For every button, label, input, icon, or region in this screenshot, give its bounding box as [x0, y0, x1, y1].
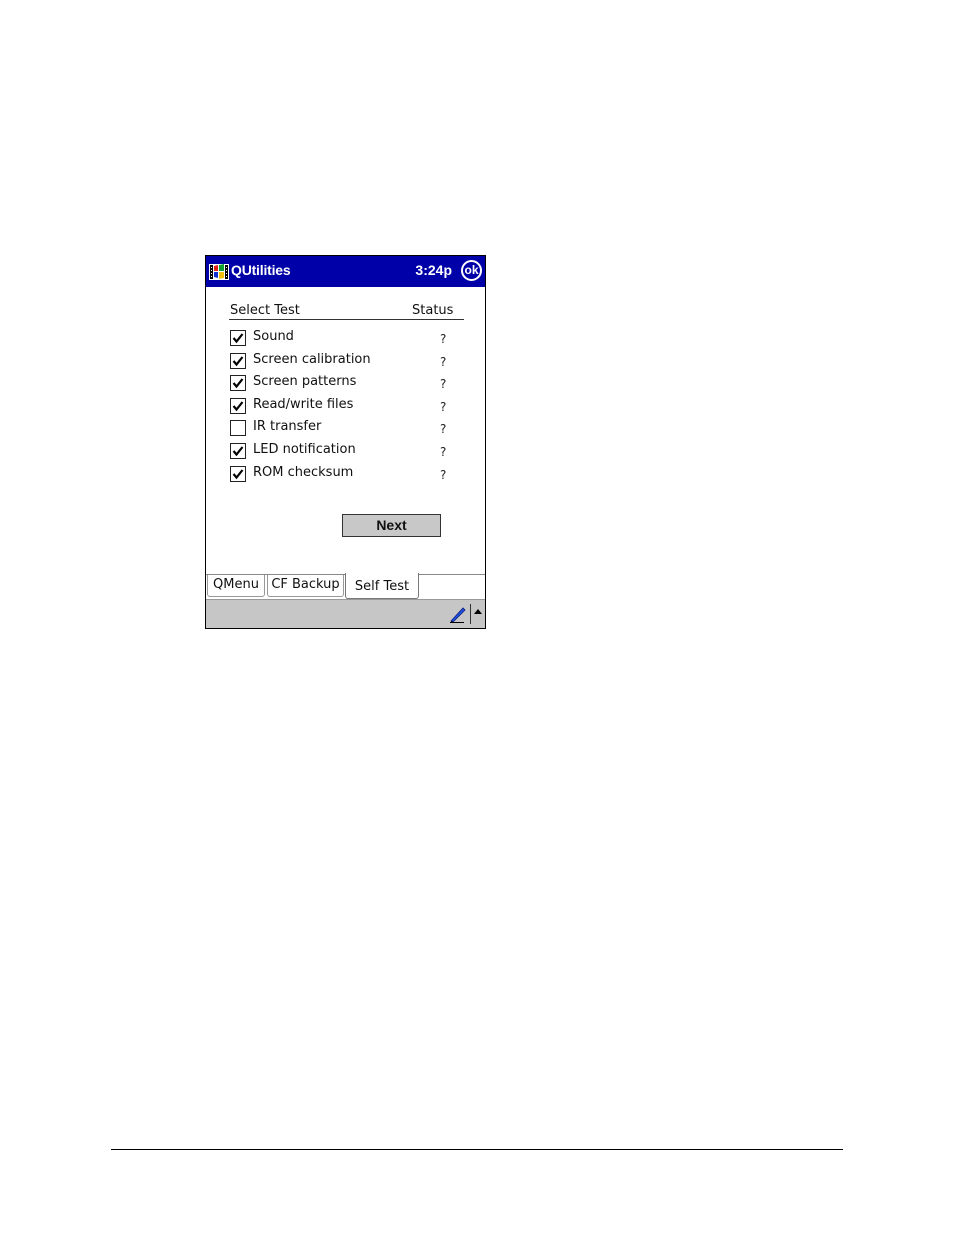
test-status: ?: [440, 332, 447, 346]
clock[interactable]: 3:24p: [415, 262, 452, 278]
column-header-select-test: Select Test: [230, 303, 300, 318]
pocketpc-window: QUtilities 3:24p ok Select Test Status S…: [205, 255, 486, 629]
header-divider: [229, 319, 464, 320]
tab-bar: QMenu CF Backup Self Test: [206, 573, 485, 600]
test-row: Screen calibration ?: [230, 351, 470, 374]
next-button[interactable]: Next: [342, 514, 441, 537]
checkmark-icon: [232, 446, 244, 457]
test-status: ?: [440, 444, 447, 459]
app-title: QUtilities: [231, 262, 291, 278]
checkmark-icon: [232, 401, 244, 412]
test-row: Screen patterns ?: [230, 373, 470, 396]
test-checkbox[interactable]: [230, 330, 246, 346]
test-list: Sound ? Screen calibration ? Screen patt…: [230, 328, 470, 486]
test-row: IR transfer ?: [230, 418, 470, 441]
menu-divider: [470, 604, 471, 624]
tab-self-test[interactable]: Self Test: [345, 573, 419, 599]
test-status: ?: [440, 422, 447, 437]
test-checkbox[interactable]: [230, 375, 246, 392]
pen-icon[interactable]: [449, 605, 467, 623]
checkmark-icon: [232, 378, 244, 389]
test-checkbox[interactable]: [230, 465, 246, 482]
self-test-panel: Select Test Status Sound ? Screen calibr…: [206, 287, 485, 573]
test-label[interactable]: ROM checksum: [253, 465, 353, 480]
test-label[interactable]: Read/write files: [253, 397, 353, 412]
test-label[interactable]: Screen patterns: [253, 374, 356, 389]
test-status: ?: [440, 377, 447, 392]
ok-button[interactable]: ok: [461, 260, 482, 281]
up-arrow-icon[interactable]: [474, 609, 482, 614]
test-status: ?: [440, 354, 447, 369]
windows-flag-icon[interactable]: [209, 262, 229, 282]
test-label[interactable]: Sound: [253, 329, 294, 344]
title-bar: QUtilities 3:24p ok: [206, 256, 485, 287]
test-row: Read/write files ?: [230, 396, 470, 419]
test-row: LED notification ?: [230, 441, 470, 464]
tab-qmenu[interactable]: QMenu: [207, 575, 265, 597]
test-label[interactable]: Screen calibration: [253, 352, 371, 367]
test-checkbox[interactable]: [230, 352, 246, 369]
menu-bar: [206, 599, 485, 628]
checkmark-icon: [232, 333, 244, 344]
test-row: ROM checksum ?: [230, 464, 470, 487]
test-label[interactable]: IR transfer: [253, 419, 321, 434]
column-header-status: Status: [412, 303, 454, 318]
test-row: Sound ?: [230, 328, 470, 351]
checkmark-icon: [232, 355, 244, 366]
page-footer-rule: [111, 1149, 843, 1150]
test-status: ?: [440, 467, 447, 482]
test-checkbox[interactable]: [230, 442, 246, 459]
tab-cf-backup[interactable]: CF Backup: [267, 575, 344, 597]
checkmark-icon: [232, 468, 244, 479]
test-checkbox[interactable]: [230, 420, 246, 437]
test-checkbox[interactable]: [230, 397, 246, 414]
test-status: ?: [440, 399, 447, 414]
test-label[interactable]: LED notification: [253, 442, 356, 457]
